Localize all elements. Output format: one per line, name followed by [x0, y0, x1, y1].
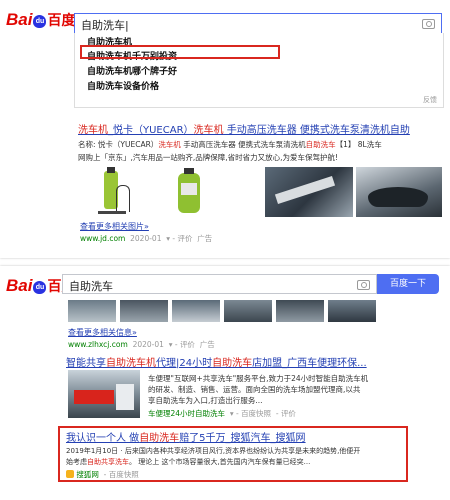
product-image-tank[interactable] [160, 167, 220, 217]
search-button[interactable]: 百度一下 [377, 274, 439, 294]
product-image-car-wash[interactable] [265, 167, 353, 217]
thumbnail-image[interactable] [120, 300, 168, 322]
result-title[interactable]: 我认识一个人 做自助洗车赔了5千万_搜狐汽车_搜狐网 [66, 429, 306, 444]
source-link[interactable]: 搜狐网 [76, 470, 99, 479]
thumbnail-image[interactable] [172, 300, 220, 322]
suggestion-dropdown: 自助洗车机 自助洗车机千万别投资 自助洗车机哪个牌子好 自助洗车设备价格 反馈 [74, 33, 444, 108]
search-input[interactable]: 自助洗车| [74, 13, 442, 34]
thumbnail-image[interactable] [224, 300, 272, 322]
ad-label: 广告 [199, 340, 215, 349]
paw-icon: du [33, 15, 47, 28]
result-meta: 车便理24小时自助洗车 ▾ - 百度快照 - 评价 [148, 409, 296, 418]
result-url[interactable]: www.zlhxcj.com [68, 340, 128, 349]
feedback-link[interactable]: 反馈 [423, 95, 437, 105]
suggestion-item[interactable]: 自助洗车机哪个牌子好 [87, 64, 177, 77]
highlight-box [80, 45, 280, 59]
suggestion-item[interactable]: 自助洗车设备价格 [87, 79, 159, 92]
thumbnail-image[interactable] [328, 300, 376, 322]
result-meta: 搜狐网 - 百度快照 [66, 469, 139, 480]
dropdown-arrow-icon: ▾ - [166, 340, 180, 349]
more-images-link[interactable]: 查看更多相关图片» [80, 221, 149, 232]
rating-link[interactable]: 评价 [281, 409, 296, 418]
result-snippet: 享自助洗车为入口,打造出行服务... [148, 396, 263, 405]
result-snippet: 始考虑自助共享洗车。 理论上 这个市场容量很大,首先国内汽车保有量已经突... [66, 458, 311, 466]
rating-link[interactable]: 评价 [180, 340, 195, 349]
search-input[interactable]: 自助洗车 [62, 274, 377, 294]
search-input-value: 自助洗车 [69, 280, 113, 293]
product-image-car[interactable] [356, 167, 442, 217]
result-meta: www.zlhxcj.com 2020-01 ▾ - 评价 广告 [68, 340, 215, 349]
result-snippet: 的研发、制造、销售、运营。面向全国的洗车场加盟代理商,以共 [148, 385, 361, 394]
screenshot-panel-suggestions: Bai du 百度 自助洗车| 自助洗车机 自助洗车机千万别投资 自助洗车机哪个牌子… [0, 0, 450, 258]
result-snippet: 车便理"互联网+共享洗车"服务平台,致力于24小时智能自助洗车机 [148, 374, 369, 383]
rating-link[interactable]: 评价 [178, 234, 193, 243]
result-snippet: 2019年1月10日 · 后来国内各种共享经济项目风行,资本界也纷纷认为共享是未… [66, 447, 361, 455]
dropdown-arrow-icon: ▾ - [163, 234, 178, 243]
camera-icon[interactable] [357, 280, 370, 290]
result-meta: www.jd.com 2020-01 ▾ - 评价 广告 [80, 234, 213, 243]
ad-label: 广告 [197, 234, 213, 243]
result-snippet: 网购上「京东」,汽车用品一站购齐,品牌保障,省时省力又放心,为爱车保驾护航! [78, 153, 339, 162]
sitelink[interactable]: 车便理24小时自助洗车 [148, 409, 225, 418]
thumbnail-image[interactable] [68, 300, 116, 322]
baidu-logo[interactable]: Baidu百度 [6, 10, 75, 30]
camera-icon[interactable] [422, 19, 435, 29]
result-title[interactable]: 洗车机_悦卡（YUECAR）洗车机 手动高压洗车器 便携式洗车泵清洗机自助 [78, 121, 410, 136]
screenshot-panel-results: Baidu百度 自助洗车 百度一下 查看更多相关信息» www.zlhxcj.c… [0, 266, 450, 500]
snapshot-link[interactable]: 百度快照 [241, 409, 271, 418]
result-thumbnail[interactable] [68, 370, 140, 418]
result-snippet: 名称: 悦卡（YUECAR）洗车机 手动高压洗车器 便携式洗车泵清洗机自助洗车【… [78, 140, 382, 149]
snapshot-link[interactable]: 百度快照 [109, 470, 139, 479]
sohu-logo-icon [66, 470, 74, 478]
search-input-value: 自助洗车| [81, 19, 129, 32]
thumbnail-image[interactable] [276, 300, 324, 322]
result-title[interactable]: 智能共享自助洗车机代理|24小时自助洗车店加盟_广西车便理环保... [66, 354, 367, 369]
product-image-washer[interactable] [80, 167, 142, 217]
paw-icon: du [33, 281, 47, 294]
result-url[interactable]: www.jd.com [80, 234, 125, 243]
more-info-link[interactable]: 查看更多相关信息» [68, 327, 137, 338]
